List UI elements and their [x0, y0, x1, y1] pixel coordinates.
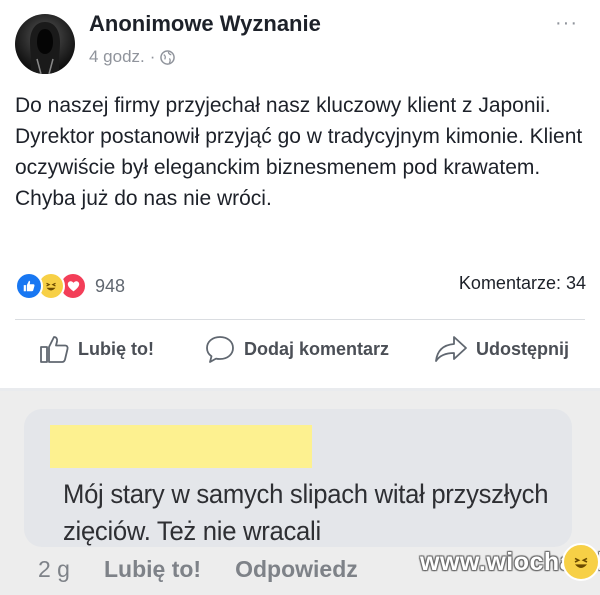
globe-icon: [160, 49, 176, 65]
comment-time[interactable]: 2 g: [38, 556, 70, 583]
comment-like-button[interactable]: Lubię to!: [104, 556, 201, 583]
post-text: Do naszej firmy przyjechał nasz kluczowy…: [15, 94, 583, 210]
haha-icon[interactable]: [562, 543, 600, 581]
speech-bubble-icon: [206, 336, 234, 363]
author-avatar[interactable]: [15, 14, 75, 74]
share-button[interactable]: Udostępnij: [434, 334, 569, 364]
post-meta: 4 godz. ·: [89, 47, 176, 67]
comment-meta: 2 g Lubię to! Odpowiedz: [38, 556, 358, 583]
share-button-label: Udostępnij: [476, 338, 569, 359]
meta-separator: ·: [149, 47, 156, 66]
like-button[interactable]: Lubię to!: [38, 334, 154, 364]
reactions-summary[interactable]: 948: [15, 272, 125, 300]
comment-section: Mój stary w samych slipach witał przyszł…: [0, 391, 600, 595]
divider: [15, 319, 585, 320]
comment-button[interactable]: Dodaj komentarz: [204, 334, 389, 364]
redacted-commenter-name: [50, 425, 312, 468]
share-arrow-icon: [435, 336, 467, 362]
author-name[interactable]: Anonimowe Wyznanie: [89, 11, 321, 37]
like-button-label: Lubię to!: [78, 338, 154, 359]
like-icon: [15, 272, 43, 300]
post-card: Anonimowe Wyznanie 4 godz. · ··· Do nasz…: [0, 0, 600, 388]
thumbs-up-icon: [40, 336, 69, 363]
comment-bubble: Mój stary w samych slipach witał przyszł…: [24, 409, 572, 547]
comment-text: Mój stary w samych slipach witał przyszł…: [63, 479, 549, 546]
comment-button-label: Dodaj komentarz: [244, 338, 390, 359]
post-actions-bar: Lubię to! Dodaj komentarz Udostępnij: [0, 334, 600, 374]
hooded-figure-icon: [29, 22, 61, 74]
comment-reply-button[interactable]: Odpowiedz: [235, 556, 358, 583]
more-options-button[interactable]: ···: [555, 12, 578, 35]
reaction-count: 948: [95, 275, 126, 296]
comments-count-link[interactable]: Komentarze: 34: [459, 273, 586, 294]
post-time[interactable]: 4 godz.: [89, 47, 145, 67]
